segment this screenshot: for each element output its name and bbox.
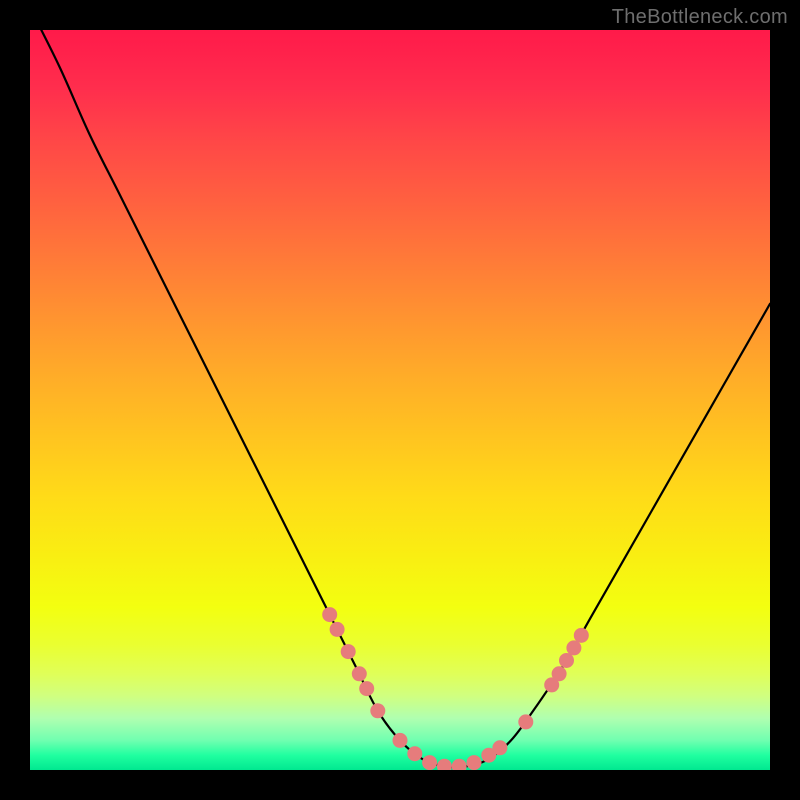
curve-marker <box>552 666 567 681</box>
curve-marker <box>467 755 482 770</box>
bottleneck-curve <box>30 30 770 767</box>
curve-marker <box>574 628 589 643</box>
curve-marker <box>393 733 408 748</box>
curve-marker <box>559 653 574 668</box>
watermark-text: TheBottleneck.com <box>612 6 788 29</box>
curve-marker <box>341 644 356 659</box>
curve-marker <box>437 759 452 770</box>
chart-svg <box>30 30 770 770</box>
curve-marker <box>492 740 507 755</box>
curve-marker <box>566 640 581 655</box>
plot-area <box>30 30 770 770</box>
curve-marker <box>422 755 437 770</box>
curve-marker <box>330 622 345 637</box>
chart-stage: TheBottleneck.com <box>0 0 800 800</box>
curve-marker <box>452 759 467 770</box>
curve-marker <box>352 666 367 681</box>
curve-markers <box>322 607 589 770</box>
curve-marker <box>359 681 374 696</box>
curve-marker <box>322 607 337 622</box>
curve-marker <box>407 746 422 761</box>
curve-marker <box>370 703 385 718</box>
curve-marker <box>518 714 533 729</box>
